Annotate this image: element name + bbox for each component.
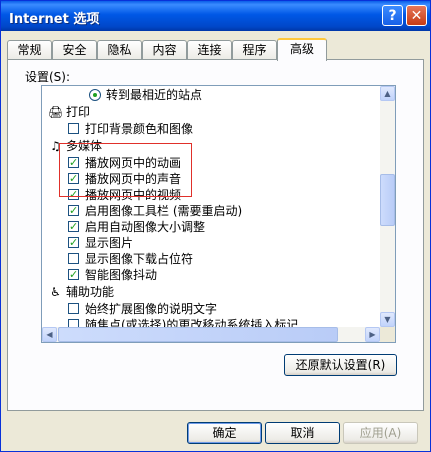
restore-defaults-button[interactable]: 还原默认设置(R): [284, 354, 397, 376]
image-placeholders-checkbox[interactable]: [68, 253, 79, 264]
list-item-print-background[interactable]: 打印背景颜色和图像: [42, 121, 380, 138]
apply-button[interactable]: 应用(A): [343, 422, 418, 444]
tab-content[interactable]: 内容: [142, 40, 187, 59]
cancel-button[interactable]: 取消: [265, 422, 340, 444]
nearest-site-radio[interactable]: [89, 89, 101, 101]
help-icon: ?: [388, 7, 397, 24]
printer-icon: 🖨: [48, 105, 64, 119]
title-bar[interactable]: Internet 选项 ? ✕: [1, 1, 430, 31]
settings-list[interactable]: 转到最相近的站点 🖨 打印 打印背景颜色和图像 ♫ 多媒体 播放网页中的动画: [41, 85, 396, 343]
image-toolbar-checkbox[interactable]: [68, 202, 79, 219]
list-item-image-placeholders[interactable]: 显示图像下载占位符: [42, 251, 380, 268]
tab-advanced[interactable]: 高级: [277, 38, 327, 61]
scroll-up-icon[interactable]: ▲: [380, 86, 395, 101]
tab-programs[interactable]: 程序: [232, 40, 277, 59]
scroll-left-icon[interactable]: ◀: [42, 327, 57, 342]
category-accessibility: ♿ 辅助功能: [42, 284, 380, 301]
list-item-show-pictures[interactable]: 显示图片: [42, 234, 380, 252]
scroll-down-icon[interactable]: ▼: [380, 312, 395, 327]
scroll-corner: [380, 327, 395, 342]
close-icon: ✕: [410, 7, 423, 24]
smart-dithering-checkbox[interactable]: [68, 266, 79, 283]
tab-privacy[interactable]: 隐私: [97, 40, 142, 59]
ok-button[interactable]: 确定: [187, 422, 262, 444]
horizontal-scroll-thumb[interactable]: [58, 327, 338, 342]
list-item-smart-dithering[interactable]: 智能图像抖动: [42, 266, 380, 284]
auto-image-resize-checkbox[interactable]: [68, 218, 79, 235]
advanced-panel: 设置(S): 转到最相近的站点 🖨 打印 打印背景颜色和图像 ♫ 多媒体 ✓ 播…: [7, 59, 424, 411]
vertical-scroll-thumb[interactable]: [380, 174, 395, 226]
close-button[interactable]: ✕: [406, 5, 427, 26]
expand-alt-text-checkbox[interactable]: [68, 303, 79, 314]
settings-label: 设置(S):: [25, 70, 71, 84]
internet-options-window: Internet 选项 ? ✕ 常规 安全 隐私 内容 连接 程序 高级 设置(…: [0, 0, 431, 452]
tab-security[interactable]: 安全: [52, 40, 97, 59]
accessibility-icon: ♿: [50, 285, 61, 299]
scroll-right-icon[interactable]: ▶: [365, 327, 380, 342]
list-item-auto-image-resize[interactable]: 启用自动图像大小调整: [42, 218, 380, 236]
help-button[interactable]: ?: [382, 5, 403, 26]
window-title: Internet 选项: [9, 12, 100, 27]
show-pictures-checkbox[interactable]: [68, 234, 79, 251]
vertical-scrollbar[interactable]: ▲ ▼: [380, 86, 395, 327]
category-print: 🖨 打印: [48, 105, 91, 119]
print-background-checkbox[interactable]: [68, 123, 79, 134]
list-item-nearest-site[interactable]: 转到最相近的站点: [42, 87, 380, 104]
tab-general[interactable]: 常规: [7, 40, 52, 59]
tab-connections[interactable]: 连接: [187, 40, 232, 59]
list-item-image-toolbar[interactable]: 启用图像工具栏 (需要重启动): [42, 202, 380, 220]
list-item-expand-alt-text[interactable]: 始终扩展图像的说明文字: [42, 301, 380, 318]
multimedia-highlight-box: [59, 143, 192, 197]
horizontal-scrollbar[interactable]: ◀ ▶: [42, 327, 380, 342]
